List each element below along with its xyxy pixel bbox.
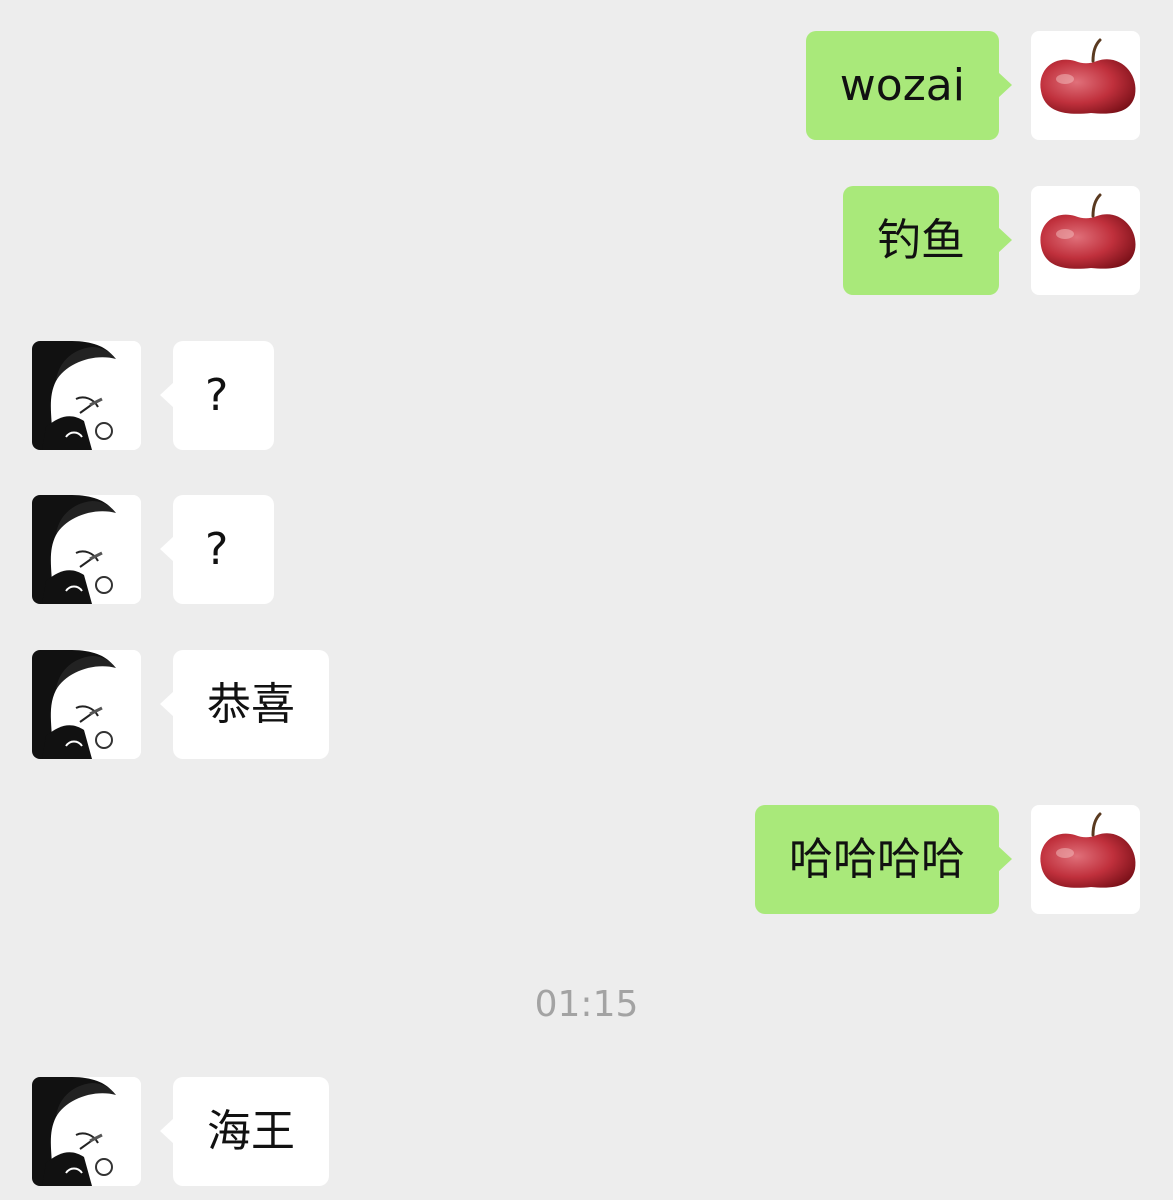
message-row-sent: 哈哈哈哈 — [0, 805, 1173, 914]
message-row-received: 恭喜 — [0, 650, 1173, 759]
message-row-sent: wozai — [0, 31, 1173, 140]
message-bubble-received[interactable]: ? — [159, 495, 275, 604]
message-bubble-sent[interactable]: 钓鱼 — [843, 186, 1012, 295]
message-bubble-received[interactable]: 海王 — [160, 1077, 329, 1186]
message-bubble-received[interactable]: ? — [159, 341, 275, 450]
manga-avatar[interactable] — [32, 650, 141, 759]
manga-avatar[interactable] — [32, 341, 141, 450]
message-row-sent: 钓鱼 — [0, 186, 1173, 295]
message-row-received: ? — [0, 495, 1173, 604]
message-row-received: ? — [0, 341, 1173, 450]
message-row-received: 海王 — [0, 1077, 1173, 1186]
manga-avatar[interactable] — [32, 1077, 141, 1186]
apple-avatar[interactable] — [1031, 186, 1140, 295]
chat-timestamp: 01:15 — [534, 984, 639, 1025]
apple-avatar[interactable] — [1031, 805, 1140, 914]
manga-avatar[interactable] — [32, 495, 141, 604]
message-bubble-sent[interactable]: 哈哈哈哈 — [755, 805, 1012, 914]
message-bubble-sent[interactable]: wozai — [805, 31, 1013, 140]
chat-view[interactable]: wozai 钓鱼 ? ? 恭喜 哈哈哈哈 01:15 海王 — [0, 0, 1173, 1200]
message-bubble-received[interactable]: 恭喜 — [160, 650, 329, 759]
apple-avatar[interactable] — [1031, 31, 1140, 140]
